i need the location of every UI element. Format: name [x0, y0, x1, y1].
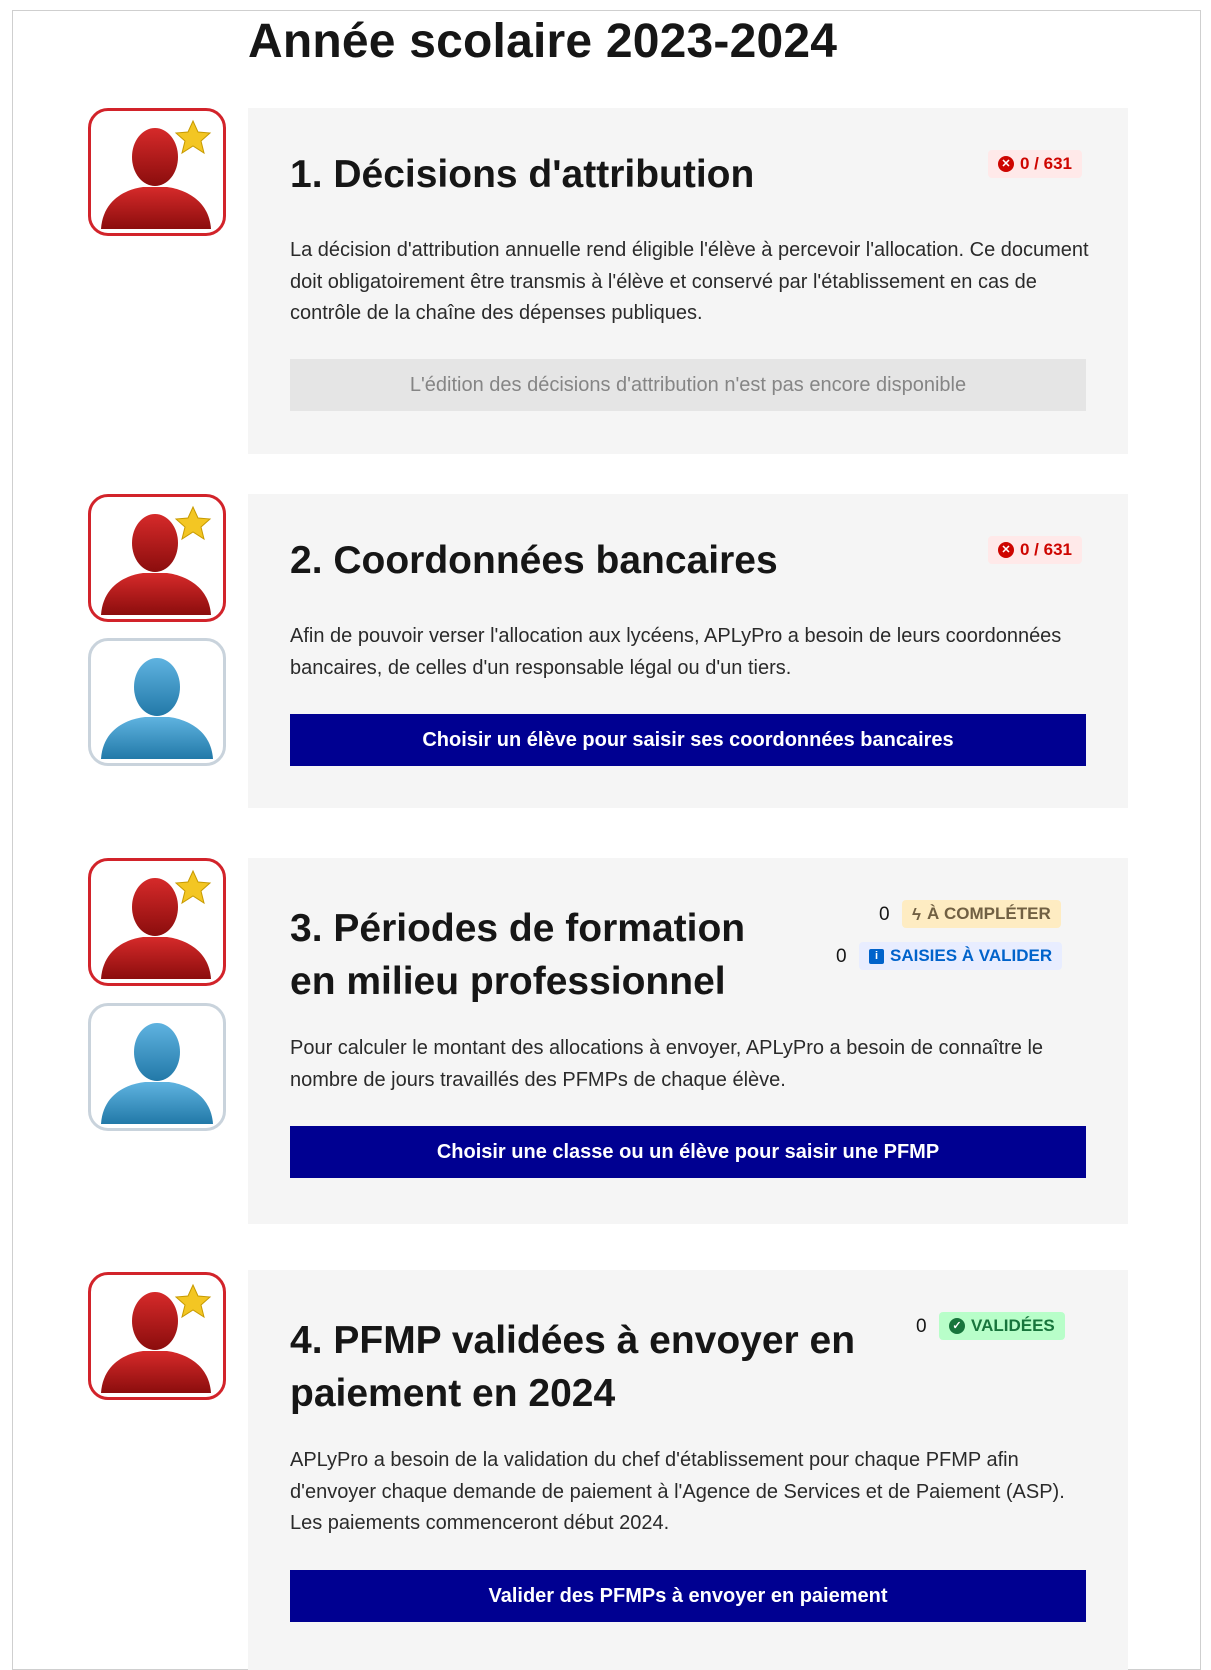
step-description: APLyPro a besoin de la validation du che…: [290, 1449, 1065, 1534]
to-validate-count: 0: [836, 946, 847, 967]
step-card-validated-pfmp: 4. PFMP validées à envoyer en paiement e…: [248, 1270, 1128, 1670]
x-circle-icon: ✕: [998, 542, 1014, 558]
step-title: 2. Coordonnées bancaires: [290, 539, 778, 582]
badge-label: SAISIES À VALIDER: [890, 946, 1053, 965]
badge-label: VALIDÉES: [971, 1316, 1055, 1335]
badge-label: 0 / 631: [1020, 540, 1072, 559]
page-title: Année scolaire 2023-2024: [248, 15, 838, 68]
badge-label: À COMPLÉTER: [927, 904, 1051, 923]
validate-pfmp-payment-button[interactable]: Valider des PFMPs à envoyer en paiement: [290, 1570, 1086, 1622]
choose-class-pfmp-button[interactable]: Choisir une classe ou un élève pour sais…: [290, 1126, 1086, 1178]
step-title-line1: 4. PFMP validées à envoyer en: [290, 1319, 856, 1362]
status-badge: ✕ 0 / 631: [988, 536, 1082, 564]
user-star-icon: [88, 108, 226, 236]
user-icon: [88, 638, 226, 766]
choose-student-bank-button[interactable]: Choisir un élève pour saisir ses coordon…: [290, 714, 1086, 766]
info-icon: i: [869, 948, 884, 964]
step-card-attribution: 1. Décisions d'attribution ✕ 0 / 631 La …: [248, 108, 1128, 454]
user-star-icon: [88, 1272, 226, 1400]
check-circle-icon: ✓: [949, 1318, 965, 1334]
step-description: La décision d'attribution annuelle rend …: [290, 239, 1089, 324]
bolt-icon: ϟ: [912, 904, 921, 924]
step-title: 1. Décisions d'attribution: [290, 153, 755, 196]
step-description: Pour calculer le montant des allocations…: [290, 1037, 1044, 1091]
status-badge: ✕ 0 / 631: [988, 150, 1082, 178]
validated-count: 0: [916, 1316, 927, 1337]
x-circle-icon: ✕: [998, 156, 1014, 172]
attribution-unavailable-button: L'édition des décisions d'attribution n'…: [290, 359, 1086, 411]
badge-label: 0 / 631: [1020, 154, 1072, 173]
user-star-icon: [88, 494, 226, 622]
to-complete-count: 0: [879, 904, 890, 925]
step-description: Afin de pouvoir verser l'allocation aux …: [290, 625, 1062, 679]
step-title: 4. PFMP validées à envoyer en paiement e…: [290, 1314, 855, 1420]
validated-badge: ✓ VALIDÉES: [939, 1312, 1065, 1340]
to-complete-badge: ϟ À COMPLÉTER: [902, 900, 1061, 928]
to-validate-badge: i SAISIES À VALIDER: [859, 942, 1063, 970]
user-icon: [88, 1003, 226, 1131]
step-card-pfmp: 3. Périodes de formation en milieu profe…: [248, 858, 1128, 1224]
step-title-line2: paiement en 2024: [290, 1372, 616, 1415]
step-title: 3. Périodes de formation en milieu profe…: [290, 902, 745, 1008]
user-star-icon: [88, 858, 226, 986]
step-title-line2: en milieu professionnel: [290, 960, 726, 1003]
step-title-line1: 3. Périodes de formation: [290, 907, 746, 950]
step-card-bank-details: 2. Coordonnées bancaires ✕ 0 / 631 Afin …: [248, 494, 1128, 808]
